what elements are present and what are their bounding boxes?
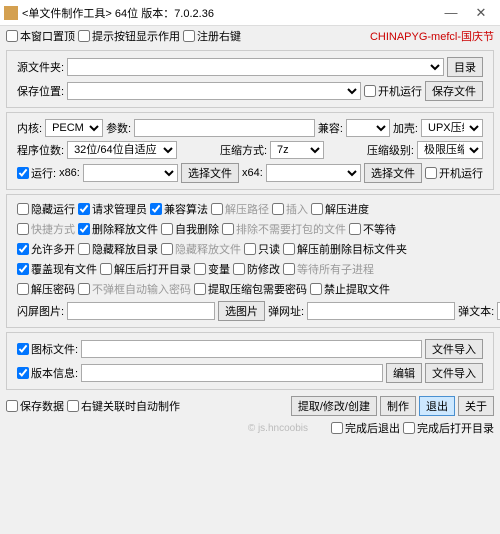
extract-modify-button[interactable]: 提取/修改/创建 [291,396,377,416]
run-checkbox[interactable]: 运行: [17,165,56,181]
bits-select[interactable]: 32位/64位自适应 [67,141,177,159]
exclude-checkbox[interactable]: 排除不需要打包的文件 [222,221,346,237]
icon-checkbox[interactable]: 图标文件: [17,341,78,357]
meta-group: 图标文件: 文件导入 版本信息: 编辑 文件导入 [6,332,494,390]
overwrite-checkbox[interactable]: 覆盖现有文件 [17,261,97,277]
nowait-checkbox[interactable]: 不等待 [349,221,396,237]
kernel-select[interactable]: PECMD [45,119,103,137]
hide-dir-checkbox[interactable]: 隐藏释放目录 [78,241,158,257]
save-file-button[interactable]: 保存文件 [425,81,483,101]
zmode-label: 压缩方式: [220,142,267,158]
flash-input[interactable] [67,302,215,320]
insert-checkbox[interactable]: 插入 [272,201,308,217]
flash-pick-button[interactable]: 选图片 [218,301,265,321]
build-group: 内核: PECMD 参数: 兼容: 加壳: UPX压缩 程序位数: 32位/64… [6,112,494,190]
save-data-checkbox[interactable]: 保存数据 [6,398,64,414]
open-after-checkbox[interactable]: 解压后打开目录 [100,261,191,277]
version-import-button[interactable]: 文件导入 [425,363,483,383]
exit-button[interactable]: 退出 [419,396,455,416]
source-browse-button[interactable]: 目录 [447,57,483,77]
auto-make-checkbox[interactable]: 右键关联时自动制作 [67,398,180,414]
poptxt-label: 弹文本: [458,303,494,319]
zmode-select[interactable]: 7z [270,141,324,159]
param-label: 参数: [106,120,131,136]
open-after-done-checkbox[interactable]: 完成后打开目录 [403,420,494,436]
compat-select[interactable] [346,119,390,137]
window-title: <单文件制作工具> 64位 版本：7.0.2.36 [22,5,436,21]
watermark: © js.hncoobis [248,423,308,434]
antitamper-checkbox[interactable]: 防修改 [233,261,280,277]
bits-label: 程序位数: [17,142,64,158]
x64-select[interactable] [266,164,361,182]
compat-label: 兼容: [318,120,343,136]
var-checkbox[interactable]: 变量 [194,261,230,277]
app-icon [4,6,18,20]
minimize-button[interactable]: — [436,5,466,20]
del-target-checkbox[interactable]: 解压前删除目标文件夹 [283,241,407,257]
self-delete-checkbox[interactable]: 自我删除 [161,221,219,237]
compat-algo-checkbox[interactable]: 兼容算法 [150,201,208,217]
popurl-input[interactable] [307,302,455,320]
flash-label: 闪屏图片: [17,303,64,319]
admin-checkbox[interactable]: 请求管理员 [78,201,147,217]
delete-release-checkbox[interactable]: 删除释放文件 [78,221,158,237]
tooltip-checkbox[interactable]: 提示按钮显示作用 [78,28,180,44]
x64-label: x64: [242,167,263,179]
source-select[interactable] [67,58,444,76]
wait-children-checkbox[interactable]: 等待所有子进程 [283,261,374,277]
x86-pick-button[interactable]: 选择文件 [181,163,239,183]
shortcut-checkbox[interactable]: 快捷方式 [17,221,75,237]
need-pwd-checkbox[interactable]: 提取压缩包需要密码 [194,281,307,297]
hide-file-checkbox[interactable]: 隐藏释放文件 [161,241,241,257]
about-button[interactable]: 关于 [458,396,494,416]
extract-path-checkbox[interactable]: 解压路径 [211,201,269,217]
topmost-checkbox[interactable]: 本窗口置顶 [6,28,75,44]
multiopen-checkbox[interactable]: 允许多开 [17,241,75,257]
close-button[interactable]: ✕ [466,5,496,21]
titlebar: <单文件制作工具> 64位 版本：7.0.2.36 — ✕ [0,0,500,26]
zlvl-select[interactable]: 极限压缩 [417,141,483,159]
param-input[interactable] [134,119,315,137]
hide-run-checkbox[interactable]: 隐藏运行 [17,201,75,217]
icon-input[interactable] [81,340,422,358]
register-context-checkbox[interactable]: 注册右键 [183,28,241,44]
x86-label: x86: [59,167,80,179]
bootrun-checkbox[interactable]: 开机运行 [425,165,483,181]
make-button[interactable]: 制作 [380,396,416,416]
icon-import-button[interactable]: 文件导入 [425,339,483,359]
brand-text: CHINAPYG-mefcl-国庆节 [370,28,494,44]
shell-label: 加壳: [393,120,418,136]
extract-pwd-checkbox[interactable]: 解压密码 [17,281,75,297]
shell-select[interactable]: UPX压缩 [421,119,483,137]
version-edit-button[interactable]: 编辑 [386,363,422,383]
exit-after-checkbox[interactable]: 完成后退出 [331,420,400,436]
top-options: 本窗口置顶 提示按钮显示作用 注册右键 CHINAPYG-mefcl-国庆节 [0,26,500,46]
popurl-label: 弹网址: [268,303,304,319]
progress-checkbox[interactable]: 解压进度 [311,201,369,217]
options-group: 隐藏运行 请求管理员 兼容算法 解压路径 插入 解压进度 快捷方式 删除释放文件… [6,194,500,328]
kernel-label: 内核: [17,120,42,136]
auto-pwd-checkbox[interactable]: 不弹框自动输入密码 [78,281,191,297]
zlvl-label: 压缩级别: [367,142,414,158]
paths-group: 源文件夹: 目录 保存位置: 开机运行 保存文件 [6,50,494,108]
bottom-row: 保存数据 右键关联时自动制作 提取/修改/创建 制作 退出 关于 [0,394,500,418]
source-label: 源文件夹: [17,59,64,75]
x86-select[interactable] [83,164,178,182]
dest-label: 保存位置: [17,83,64,99]
bottom-row2: © js.hncoobis 完成后退出 完成后打开目录 [0,418,500,438]
x64-pick-button[interactable]: 选择文件 [364,163,422,183]
version-input[interactable] [81,364,383,382]
boot-checkbox[interactable]: 开机运行 [364,83,422,99]
dest-select[interactable] [67,82,361,100]
readonly-checkbox[interactable]: 只读 [244,241,280,257]
version-checkbox[interactable]: 版本信息: [17,365,78,381]
forbid-extract-checkbox[interactable]: 禁止提取文件 [310,281,390,297]
